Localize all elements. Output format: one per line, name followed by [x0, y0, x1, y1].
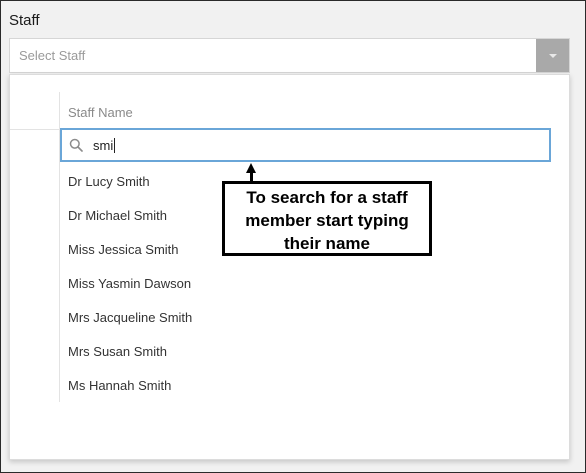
staff-option[interactable]: Miss Yasmin Dawson	[68, 276, 192, 310]
callout-line: member start typing	[245, 211, 409, 230]
callout-line: their name	[284, 234, 370, 253]
staff-field-panel: Staff Select Staff Staff Name smi Dr Luc…	[0, 0, 586, 473]
staff-select[interactable]: Select Staff	[9, 38, 570, 73]
staff-option[interactable]: Mrs Susan Smith	[68, 344, 192, 378]
staff-search-input[interactable]: smi	[60, 128, 551, 162]
text-cursor	[114, 138, 116, 153]
help-callout: To search for a staff member start typin…	[222, 181, 432, 256]
staff-name-column-header: Staff Name	[68, 105, 133, 120]
staff-option[interactable]: Miss Jessica Smith	[68, 242, 192, 276]
staff-option[interactable]: Dr Lucy Smith	[68, 174, 192, 208]
staff-dropdown-panel: Staff Name smi Dr Lucy Smith Dr Michael …	[9, 74, 570, 460]
chevron-down-icon	[549, 54, 557, 58]
staff-results-list: Dr Lucy Smith Dr Michael Smith Miss Jess…	[68, 174, 192, 412]
staff-option[interactable]: Mrs Jacqueline Smith	[68, 310, 192, 344]
staff-select-placeholder: Select Staff	[19, 48, 86, 63]
callout-line: To search for a staff	[246, 188, 408, 207]
search-input-value: smi	[93, 138, 116, 153]
row-divider	[10, 129, 60, 130]
staff-field-label: Staff	[9, 12, 40, 29]
staff-option[interactable]: Ms Hannah Smith	[68, 378, 192, 412]
dropdown-toggle-button[interactable]	[536, 39, 569, 72]
staff-option[interactable]: Dr Michael Smith	[68, 208, 192, 242]
search-icon	[69, 138, 83, 152]
